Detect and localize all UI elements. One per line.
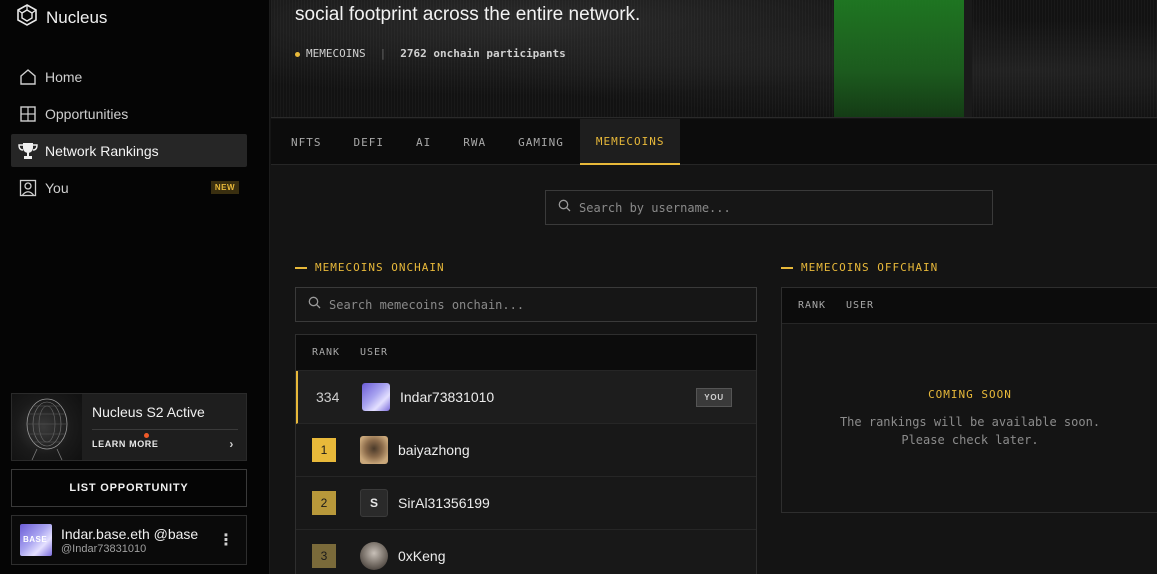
sidebar-nav: Home Opportunities Network Rankings You … <box>11 60 247 208</box>
tab-nfts[interactable]: NFTS <box>275 119 338 165</box>
coming-soon-line-2: Please check later. <box>901 433 1039 447</box>
rank-column-header: RANK <box>312 347 341 358</box>
category-tabs: NFTS DEFI AI RWA GAMING MEMECOINS <box>271 119 1157 165</box>
onchain-section-header: MEMECOINS ONCHAIN <box>295 261 445 274</box>
username: Indar73831010 <box>400 389 495 405</box>
coming-soon-line-1: The rankings will be available soon. <box>839 415 1101 429</box>
user-column-header: USER <box>360 347 389 358</box>
promo-title: Nucleus S2 Active <box>92 404 205 420</box>
section-dash <box>781 266 793 269</box>
search-icon <box>308 296 321 314</box>
season-promo-card[interactable]: Nucleus S2 Active LEARN MORE › <box>11 393 247 461</box>
sidebar-item-network-rankings[interactable]: Network Rankings <box>11 134 247 167</box>
username: 0xKeng <box>398 548 446 564</box>
more-options-icon[interactable]: ⋮ <box>218 530 234 550</box>
home-icon <box>18 67 38 87</box>
sidebar-item-label: Home <box>45 68 83 85</box>
nucleus-logo-icon <box>16 4 38 31</box>
offchain-rankings-panel: RANK USER COMING SOON The rankings will … <box>781 287 1157 513</box>
tab-ai[interactable]: AI <box>400 119 447 165</box>
table-header: RANK USER <box>782 288 1157 324</box>
search-input[interactable] <box>579 200 959 215</box>
avatar <box>20 524 52 556</box>
hero-banner: social footprint across the entire netwo… <box>271 0 1157 118</box>
username: baiyazhong <box>398 442 470 458</box>
table-row-you[interactable]: 334 Indar73831010 YOU <box>296 371 756 424</box>
app-name: Nucleus <box>46 7 108 27</box>
tab-rwa[interactable]: RWA <box>447 119 502 165</box>
notification-dot <box>144 433 149 438</box>
grid-icon <box>18 104 38 124</box>
rank-value: 334 <box>316 389 340 405</box>
learn-more-label: LEARN MORE <box>92 439 159 449</box>
sidebar: Nucleus Home Opportunities Network Ranki… <box>0 0 270 574</box>
list-opportunity-button[interactable]: LIST OPPORTUNITY <box>11 469 247 507</box>
trophy-icon <box>18 141 38 161</box>
hero-meta: MEMECOINS | 2762 onchain participants <box>295 47 566 60</box>
sidebar-item-label: You <box>45 179 69 196</box>
hero-divider <box>964 0 972 117</box>
rank-column-header: RANK <box>798 300 827 311</box>
rank-badge: 2 <box>312 491 336 515</box>
table-row[interactable]: 1 baiyazhong <box>296 424 756 477</box>
you-badge: YOU <box>696 387 732 407</box>
rank-badge: 3 <box>312 544 336 568</box>
app-logo[interactable]: Nucleus <box>16 4 107 31</box>
user-column-header: USER <box>846 300 875 311</box>
sidebar-item-you[interactable]: You NEW <box>11 171 247 204</box>
coming-soon-title: COMING SOON <box>928 388 1012 401</box>
sidebar-item-label: Opportunities <box>45 105 129 122</box>
table-row[interactable]: 3 0xKeng <box>296 530 756 574</box>
tab-memecoins[interactable]: MEMECOINS <box>579 119 681 165</box>
username: SirAl31356199 <box>398 495 490 511</box>
coming-soon-message: COMING SOON The rankings will be availab… <box>782 388 1157 449</box>
avatar <box>360 436 388 464</box>
avatar <box>362 383 390 411</box>
user-icon <box>18 178 38 198</box>
onchain-title: MEMECOINS ONCHAIN <box>315 261 445 274</box>
learn-more-link[interactable]: LEARN MORE › <box>92 437 238 451</box>
offchain-title: MEMECOINS OFFCHAIN <box>801 261 939 274</box>
sidebar-item-home[interactable]: Home <box>11 60 247 93</box>
divider <box>92 429 238 430</box>
rank-badge: 1 <box>312 438 336 462</box>
category-label: MEMECOINS <box>295 47 366 60</box>
meta-separator: | <box>379 47 387 60</box>
hero-green-accent <box>834 0 964 117</box>
search-icon <box>558 199 571 217</box>
sidebar-item-label: Network Rankings <box>45 142 159 159</box>
avatar <box>360 542 388 570</box>
avatar-letter: S <box>369 496 378 510</box>
avatar: S <box>360 489 388 517</box>
user-display-name: Indar.base.eth @base <box>61 525 199 542</box>
status-dot <box>295 52 300 57</box>
sidebar-item-opportunities[interactable]: Opportunities <box>11 97 247 130</box>
promo-head-image <box>12 394 82 460</box>
table-header: RANK USER <box>296 335 756 371</box>
chevron-right-icon: › <box>229 437 234 451</box>
onchain-search[interactable] <box>295 287 757 322</box>
category-text: MEMECOINS <box>306 47 366 60</box>
participants-count: 2762 onchain participants <box>400 47 566 60</box>
username-search[interactable] <box>545 190 993 225</box>
hero-title: social footprint across the entire netwo… <box>295 4 641 25</box>
main-content: social footprint across the entire netwo… <box>271 0 1157 574</box>
offchain-section-header: MEMECOINS OFFCHAIN <box>781 261 938 274</box>
tab-defi[interactable]: DEFI <box>338 119 401 165</box>
section-dash <box>295 266 307 269</box>
new-badge: NEW <box>210 181 239 194</box>
tab-gaming[interactable]: GAMING <box>502 119 580 165</box>
table-row[interactable]: 2 S SirAl31356199 <box>296 477 756 530</box>
onchain-search-input[interactable] <box>329 297 709 312</box>
user-handle: @Indar73831010 <box>61 542 147 555</box>
user-account-card[interactable]: Indar.base.eth @base @Indar73831010 ⋮ <box>11 515 247 565</box>
onchain-rankings-table: RANK USER 334 Indar73831010 YOU 1 baiyaz… <box>295 334 757 574</box>
